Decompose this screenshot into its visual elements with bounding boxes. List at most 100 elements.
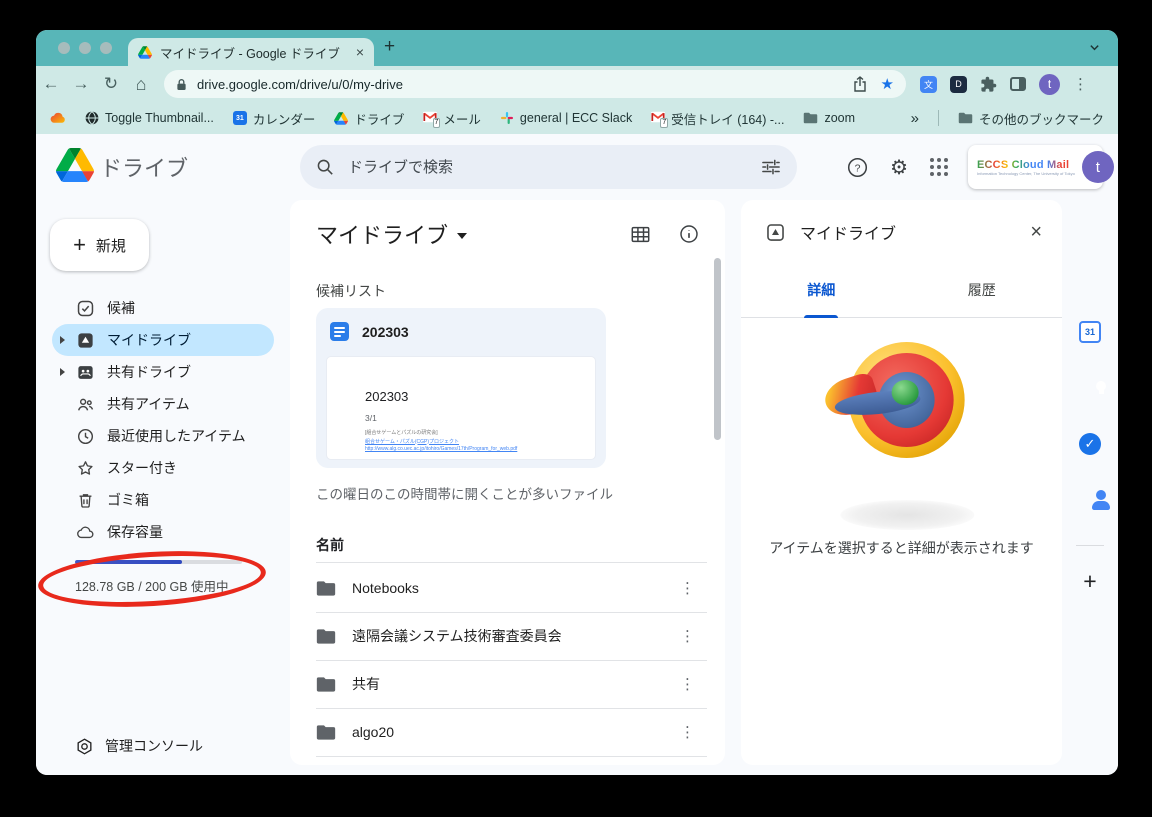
- browser-avatar[interactable]: t: [1039, 74, 1060, 95]
- bookmark-calendar[interactable]: 31 カレンダー: [233, 109, 316, 128]
- new-tab-button[interactable]: +: [384, 36, 395, 58]
- bookmark-toggle-thumbnail[interactable]: Toggle Thumbnail...: [85, 111, 214, 125]
- bookmark-label: ドライブ: [354, 109, 404, 128]
- file-row[interactable]: 共有: [316, 660, 707, 708]
- drive-favicon: [138, 46, 152, 59]
- expand-caret-icon[interactable]: [60, 336, 65, 344]
- sidebar-item-storage[interactable]: 保存容量: [52, 516, 274, 548]
- new-button[interactable]: 新規: [50, 219, 149, 271]
- sidebar-item-trash[interactable]: ゴミ箱: [52, 484, 274, 516]
- sidebar-item-shared-with-me[interactable]: 共有アイテム: [52, 388, 274, 420]
- add-addon-icon[interactable]: [1083, 568, 1096, 595]
- page-title-dropdown[interactable]: マイドライブ: [316, 218, 467, 250]
- calendar-icon[interactable]: 31: [1079, 321, 1101, 343]
- bookmark-star-icon[interactable]: [881, 75, 894, 93]
- address-bar[interactable]: drive.google.com/drive/u/0/my-drive: [164, 70, 906, 98]
- tab-history[interactable]: 履歴: [902, 280, 1063, 317]
- drive-search-bar[interactable]: [300, 145, 797, 189]
- other-bookmarks[interactable]: その他のブックマーク: [958, 109, 1104, 128]
- close-window-button[interactable]: [58, 42, 70, 54]
- zoom-window-button[interactable]: [100, 42, 112, 54]
- sidebar-item-label: 候補: [107, 298, 135, 318]
- suggestion-card[interactable]: 202303 202303 3/1 [組合せゲームとパズルの研究会] 組合せゲー…: [316, 308, 606, 468]
- cloud-icon: [75, 522, 95, 542]
- admin-console-link[interactable]: 管理コンソール: [75, 736, 203, 756]
- sidebar-item-recent[interactable]: 最近使用したアイテム: [52, 420, 274, 452]
- list-header-name[interactable]: 名前: [316, 535, 344, 555]
- suggestion-caption: この曜日のこの時間帯に開くことが多いファイル: [316, 483, 613, 503]
- folder-icon: [316, 676, 336, 693]
- bookmark-mail[interactable]: 7 メール: [423, 109, 481, 128]
- tab-details[interactable]: 詳細: [741, 280, 902, 317]
- bookmark-cloud[interactable]: [50, 112, 66, 124]
- tab-title: マイドライブ - Google ドライブ: [160, 43, 348, 62]
- drive-sidebar: 新規 候補 マイドライブ 共有ドライブ: [36, 200, 290, 775]
- bookmark-label: zoom: [824, 111, 855, 125]
- sidebar-item-my-drive[interactable]: マイドライブ: [52, 324, 274, 356]
- tab-close-icon[interactable]: ×: [356, 44, 364, 60]
- bookmark-slack[interactable]: general | ECC Slack: [500, 111, 632, 125]
- more-actions-icon[interactable]: [680, 579, 707, 597]
- globe-icon: [85, 111, 99, 125]
- search-input[interactable]: [348, 159, 747, 176]
- divider: [938, 110, 939, 126]
- translate-extension-icon[interactable]: 文: [920, 76, 937, 93]
- google-apps-grid-icon[interactable]: [930, 158, 948, 176]
- sidebar-item-label: 共有ドライブ: [107, 362, 191, 382]
- file-row[interactable]: algo20: [316, 708, 707, 756]
- sidebar-item-label: ゴミ箱: [107, 490, 149, 510]
- chevron-down-icon: [457, 233, 467, 239]
- divider: [316, 756, 707, 757]
- grid-view-icon[interactable]: [630, 225, 651, 244]
- sidebar-item-label: スター付き: [107, 458, 177, 478]
- settings-gear-icon[interactable]: [890, 155, 908, 180]
- file-preview[interactable]: 202303 3/1 [組合せゲームとパズルの研究会] 組合せゲーム・パズル(C…: [326, 356, 596, 460]
- drive-favicon: [334, 112, 348, 125]
- account-avatar[interactable]: t: [1082, 151, 1114, 183]
- bookmark-label: メール: [443, 109, 481, 128]
- traffic-lights[interactable]: [58, 42, 112, 54]
- extension-icon[interactable]: D: [950, 76, 967, 93]
- puzzle-extensions-icon[interactable]: [980, 76, 997, 93]
- reload-button[interactable]: [96, 74, 126, 94]
- sidebar-item-suggestions[interactable]: 候補: [52, 292, 274, 324]
- back-button[interactable]: [36, 74, 66, 94]
- expand-caret-icon[interactable]: [60, 368, 65, 376]
- browser-menu-icon[interactable]: [1073, 75, 1088, 93]
- tab-search-chevron-icon[interactable]: [1089, 42, 1100, 53]
- my-drive-outline-icon: [765, 222, 786, 243]
- bookmarks-overflow-icon[interactable]: [911, 110, 919, 127]
- help-icon[interactable]: ?: [847, 157, 868, 178]
- file-row[interactable]: 遠隔会議システム技術審査委員会: [316, 612, 707, 660]
- account-badge[interactable]: ECCS Cloud Mail Information Technology C…: [968, 145, 1103, 189]
- details-empty-text: アイテムを選択すると詳細が表示されます: [741, 538, 1062, 558]
- more-actions-icon[interactable]: [680, 723, 707, 741]
- close-icon[interactable]: ×: [1030, 221, 1042, 244]
- bookmark-folder-zoom[interactable]: zoom: [803, 111, 855, 125]
- sidebar-item-shared-drives[interactable]: 共有ドライブ: [52, 356, 274, 388]
- info-icon[interactable]: [679, 224, 699, 244]
- minimize-window-button[interactable]: [79, 42, 91, 54]
- more-actions-icon[interactable]: [680, 627, 707, 645]
- share-icon[interactable]: [853, 76, 867, 92]
- forward-button[interactable]: [66, 74, 96, 94]
- eccs-logo-text: ECCS Cloud Mail: [977, 159, 1075, 171]
- slack-favicon: [500, 111, 514, 125]
- bookmark-drive[interactable]: ドライブ: [334, 109, 404, 128]
- browser-toolbar: drive.google.com/drive/u/0/my-drive 文 D …: [36, 66, 1118, 102]
- scrollbar-thumb[interactable]: [714, 258, 721, 440]
- sidebar-item-starred[interactable]: スター付き: [52, 452, 274, 484]
- search-options-tune-icon[interactable]: [761, 158, 781, 176]
- file-row[interactable]: Notebooks: [316, 564, 707, 612]
- drive-logo[interactable]: [56, 148, 94, 182]
- home-button[interactable]: [126, 74, 156, 95]
- tasks-icon[interactable]: [1079, 433, 1101, 455]
- main-panel: マイドライブ 候補リスト 202303 202303: [290, 200, 725, 765]
- bookmark-inbox[interactable]: 7 受信トレイ (164) -...: [651, 109, 784, 128]
- preview-link: 組合せゲーム・パズル(CGP)プロジェクト: [365, 438, 595, 445]
- page-title: マイドライブ: [316, 218, 448, 250]
- file-name: algo20: [352, 724, 664, 740]
- side-panel-icon[interactable]: [1010, 77, 1026, 91]
- browser-tab[interactable]: マイドライブ - Google ドライブ ×: [128, 38, 374, 66]
- more-actions-icon[interactable]: [680, 675, 707, 693]
